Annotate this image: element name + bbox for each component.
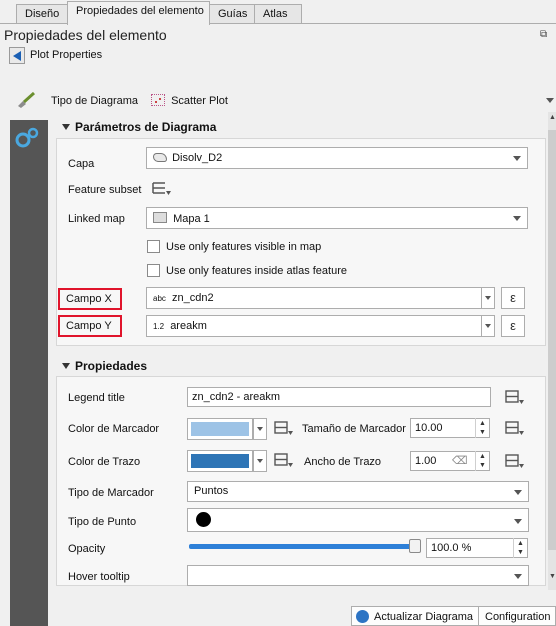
- data-defined-icon[interactable]: [503, 420, 525, 439]
- plot-type-value: Scatter Plot: [171, 95, 228, 107]
- chevron-down-icon: [514, 519, 522, 524]
- back-button[interactable]: [9, 47, 25, 64]
- item-sidebar: [10, 120, 48, 626]
- chevron-down-icon: [514, 574, 522, 579]
- collapse-triangle-icon[interactable]: [62, 124, 70, 130]
- linked-map-value: Mapa 1: [173, 213, 210, 225]
- polygon-layer-icon: [153, 153, 167, 162]
- linked-map-label: Linked map: [68, 213, 125, 225]
- y-field-label: Campo Y: [66, 320, 112, 332]
- marker-type-value: Puntos: [194, 485, 229, 497]
- point-type-label: Tipo de Punto: [68, 516, 137, 528]
- marker-color-button[interactable]: [187, 418, 253, 440]
- point-type-select[interactable]: [187, 508, 529, 532]
- properties-header[interactable]: Propiedades: [75, 359, 147, 373]
- tab-bar: Diseño Propiedades del elemento Guías At…: [0, 0, 556, 25]
- stroke-width-label: Ancho de Trazo: [304, 456, 382, 468]
- scatter-plot-icon: [151, 94, 165, 106]
- marker-size-value: 10.00: [415, 422, 443, 434]
- stroke-width-value: 1.00: [415, 455, 437, 467]
- plot-type-select[interactable]: Scatter Plot: [145, 90, 556, 112]
- x-field-select[interactable]: abc zn_cdn2: [146, 287, 482, 309]
- stroke-color-button[interactable]: [187, 450, 253, 472]
- chevron-down-icon: [513, 216, 521, 221]
- filled-circle-icon: [196, 512, 211, 527]
- y-field-select[interactable]: 1.2 areakm: [146, 315, 482, 337]
- atlas-only-label: Use only features inside atlas feature: [166, 265, 347, 277]
- back-arrow-icon: [13, 51, 21, 61]
- stroke-color-dropdown[interactable]: [253, 450, 267, 472]
- clear-icon[interactable]: ⌫: [452, 454, 468, 467]
- atlas-only-checkbox[interactable]: [147, 264, 160, 277]
- chevron-down-icon: [546, 98, 554, 103]
- visible-only-label: Use only features visible in map: [166, 241, 322, 253]
- x-field-label: Campo X: [66, 293, 112, 305]
- tab-propiedades-elemento[interactable]: Propiedades del elemento: [67, 1, 210, 25]
- opacity-slider[interactable]: [189, 538, 421, 554]
- update-diagram-label: Actualizar Diagrama: [374, 611, 474, 623]
- dock-float-icon[interactable]: ⧉: [540, 29, 547, 40]
- panel-subtitle: Plot Properties: [30, 49, 103, 61]
- layer-value: Disolv_D2: [172, 152, 223, 164]
- x-expression-button[interactable]: ε: [501, 287, 525, 309]
- marker-color-label: Color de Marcador: [68, 423, 160, 435]
- tab-atlas[interactable]: Atlas: [254, 4, 302, 24]
- stroke-color-swatch: [191, 454, 249, 468]
- data-defined-icon[interactable]: [503, 389, 525, 408]
- visible-only-checkbox[interactable]: [147, 240, 160, 253]
- scrollbar-thumb[interactable]: [548, 130, 556, 550]
- map-icon: [153, 212, 167, 223]
- scroll-up-icon[interactable]: ▲: [549, 114, 556, 121]
- marker-color-swatch: [191, 422, 249, 436]
- expression-icon[interactable]: [150, 180, 172, 199]
- layer-label: Capa: [68, 158, 95, 170]
- stroke-width-stepper[interactable]: ▲ ▼: [475, 451, 489, 471]
- opacity-slider-handle[interactable]: [409, 539, 421, 553]
- y-field-dropdown[interactable]: [481, 315, 495, 337]
- update-diagram-button[interactable]: Actualizar Diagrama: [351, 606, 481, 626]
- linked-map-select[interactable]: Mapa 1: [146, 207, 528, 229]
- feature-subset-label: Feature subset: [68, 184, 142, 196]
- marker-type-label: Tipo de Marcador: [68, 487, 154, 499]
- chevron-down-icon: [513, 156, 521, 161]
- marker-type-select[interactable]: Puntos: [187, 481, 529, 502]
- marker-size-stepper[interactable]: ▲ ▼: [475, 418, 489, 438]
- chevron-down-icon: [514, 490, 522, 495]
- y-field-value: areakm: [170, 320, 207, 332]
- data-defined-icon[interactable]: [272, 452, 294, 471]
- x-field-value: zn_cdn2: [171, 292, 214, 304]
- opacity-value: 100.0 %: [431, 542, 472, 554]
- marker-size-label: Tamaño de Marcador: [302, 423, 406, 435]
- diagram-params-header[interactable]: Parámetros de Diagrama: [75, 120, 216, 134]
- data-defined-icon[interactable]: [272, 420, 294, 439]
- tab-diseno[interactable]: Diseño: [16, 4, 68, 24]
- legend-title-input[interactable]: zn_cdn2 - areakm: [187, 387, 491, 407]
- panel-title: Propiedades del elemento: [4, 27, 167, 43]
- opacity-slider-track: [189, 544, 413, 549]
- numeric-field-type-icon: 1.2: [153, 322, 165, 331]
- legend-title-label: Legend title: [68, 392, 125, 404]
- opacity-label: Opacity: [68, 543, 106, 555]
- layer-select[interactable]: Disolv_D2: [146, 147, 528, 169]
- hover-tooltip-label: Hover tooltip: [68, 571, 130, 583]
- scroll-down-icon[interactable]: ▼: [549, 573, 556, 580]
- text-field-type-icon: abc: [153, 294, 166, 303]
- hover-tooltip-select[interactable]: [187, 565, 529, 586]
- configuration-label: Configuration: [485, 611, 551, 623]
- marker-color-dropdown[interactable]: [253, 418, 267, 440]
- collapse-triangle-icon[interactable]: [62, 363, 70, 369]
- plot-type-label: Tipo de Diagrama: [51, 95, 139, 107]
- opacity-stepper[interactable]: ▲ ▼: [513, 538, 527, 558]
- configuration-button[interactable]: Configuration: [478, 606, 556, 626]
- y-expression-button[interactable]: ε: [501, 315, 525, 337]
- tab-guias[interactable]: Guías: [209, 4, 255, 24]
- data-defined-icon[interactable]: [503, 453, 525, 472]
- paint-brush-icon: [16, 91, 36, 111]
- x-field-dropdown[interactable]: [481, 287, 495, 309]
- refresh-icon: [356, 610, 369, 623]
- stroke-color-label: Color de Trazo: [68, 456, 141, 468]
- gears-icon[interactable]: [15, 126, 41, 153]
